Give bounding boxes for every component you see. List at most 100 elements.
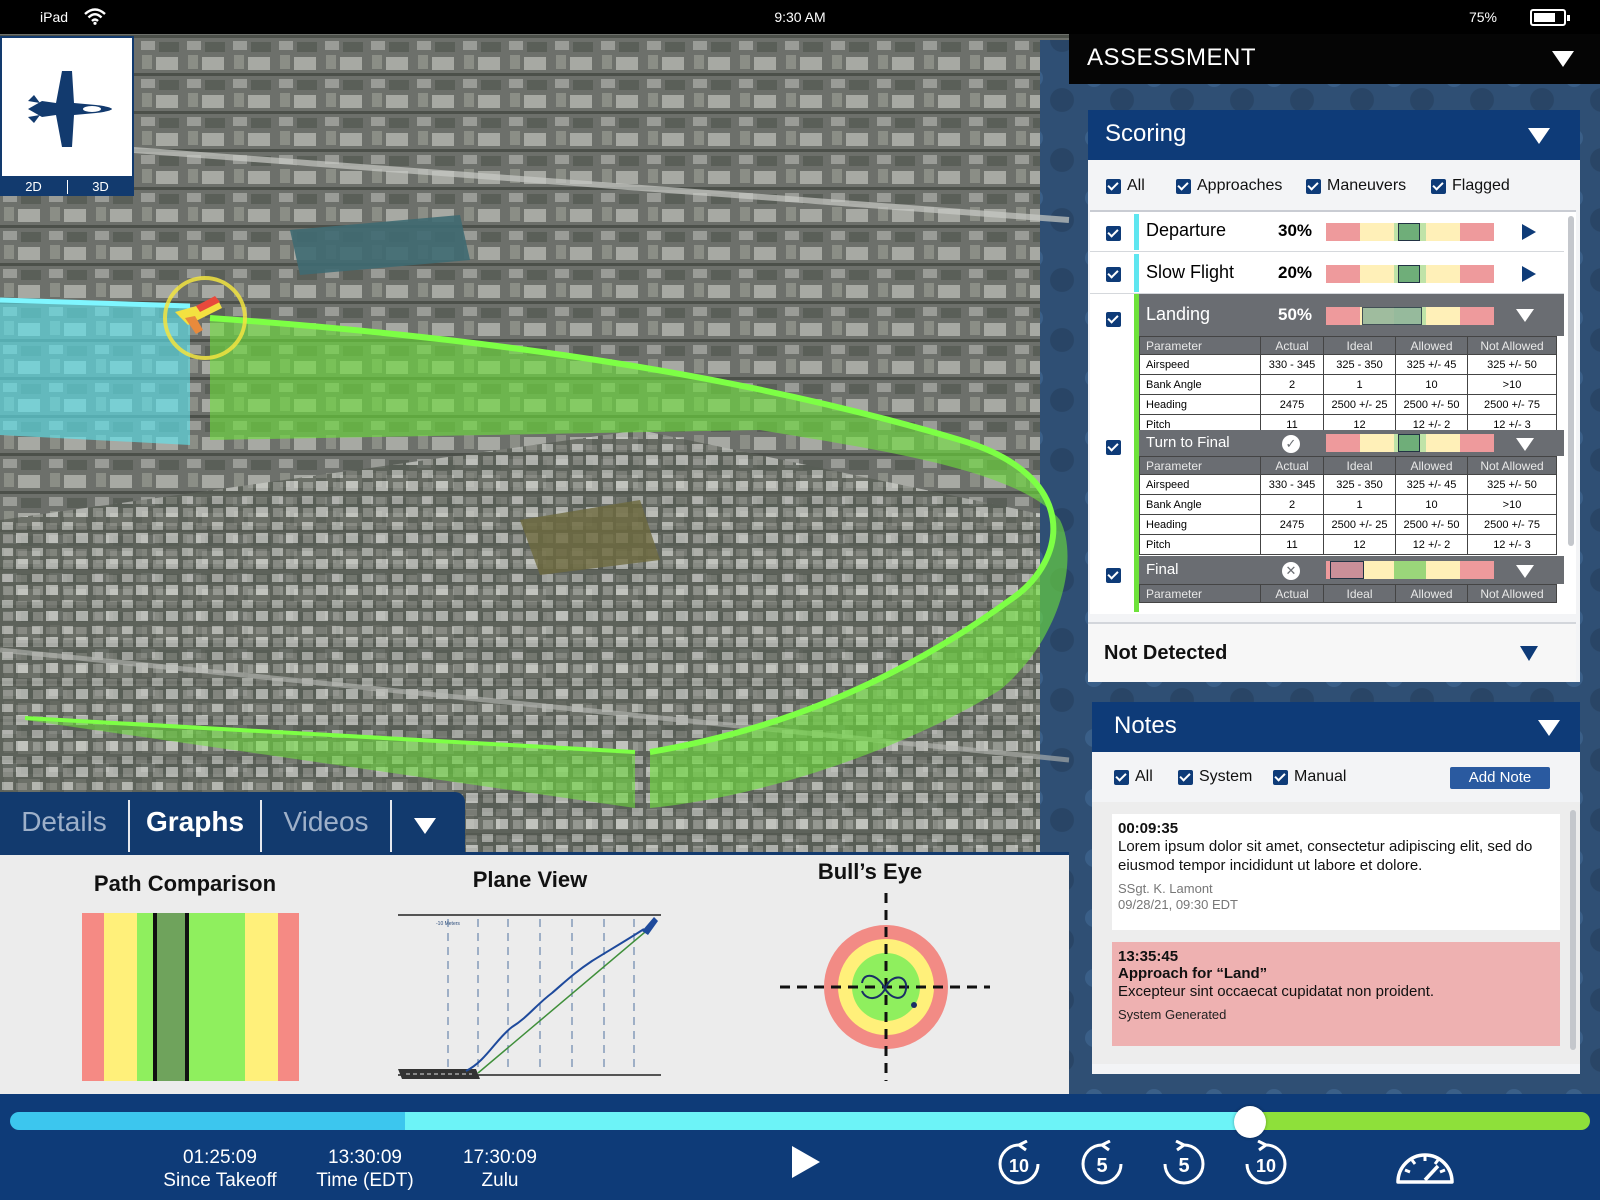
check-circle-icon: ✓ [1282, 435, 1300, 453]
filter-label: All [1135, 768, 1153, 785]
play-icon[interactable] [1522, 224, 1536, 240]
scoring-scrollbar[interactable] [1568, 216, 1574, 546]
filter-label: Manual [1294, 768, 1347, 785]
col-header: Ideal [1323, 456, 1396, 475]
col-header: Allowed [1395, 336, 1468, 355]
turn-parameter-table: Parameter Actual Ideal Allowed Not Allowed A… [1139, 456, 1557, 555]
tabs-more-icon[interactable] [414, 818, 436, 834]
col-header: Allowed [1395, 584, 1468, 603]
view-2d-option[interactable]: 2D [0, 179, 67, 194]
note-text: Excepteur sint occaecat cupidatat non pr… [1118, 983, 1435, 1000]
play-button[interactable] [792, 1146, 820, 1178]
notes-filter-manual[interactable]: Manual [1273, 768, 1346, 786]
landing-parameter-table: Parameter Actual Ideal Allowed Not Allowed A… [1139, 336, 1557, 435]
not-detected-section[interactable]: Not Detected [1088, 622, 1576, 682]
checkbox-icon[interactable] [1114, 769, 1129, 785]
tab-videos[interactable]: Videos [262, 792, 390, 852]
timeline-scrubber[interactable] [10, 1112, 1590, 1130]
table-row: Heading 2475 2500 +/- 25 2500 +/- 50 2500 +/… [1139, 394, 1557, 415]
scoring-filter-approaches[interactable]: Approaches [1176, 177, 1282, 195]
checkbox-icon[interactable] [1273, 769, 1288, 785]
scoring-filter-all[interactable]: All [1106, 177, 1145, 195]
table-row: Heading 2475 2500 +/- 25 2500 +/- 50 2500 +/… [1139, 514, 1557, 535]
scoring-header: Scoring [1088, 110, 1580, 160]
path-comparison-graphic[interactable] [82, 913, 299, 1081]
table-row: Airspeed 330 - 345 325 - 350 325 +/- 45 325 … [1139, 474, 1557, 495]
zulu-readout: 17:30:09 Zulu [440, 1146, 560, 1192]
note-title: Approach for “Land” [1118, 965, 1268, 982]
skip-forward-5-icon[interactable]: 5 [1161, 1140, 1207, 1186]
time-edt-readout: 13:30:09 Time (EDT) [300, 1146, 430, 1192]
notes-scrollbar[interactable] [1570, 810, 1576, 1050]
checkbox-icon[interactable] [1431, 178, 1446, 194]
aircraft-view-button[interactable] [0, 36, 134, 178]
plane-view-title: Plane View [472, 867, 588, 892]
bulls-eye-graphic[interactable] [778, 893, 990, 1081]
speedometer-icon[interactable] [1394, 1144, 1456, 1186]
scoring-collapse-icon[interactable] [1528, 128, 1550, 144]
col-header: Parameter [1139, 584, 1261, 603]
scoring-filter-maneuvers[interactable]: Maneuvers [1306, 177, 1406, 195]
checkbox-icon[interactable] [1106, 440, 1121, 455]
filter-label: All [1127, 177, 1145, 194]
timeline-handle[interactable] [1234, 1106, 1267, 1138]
view-toggle[interactable]: 2D 3D [0, 178, 134, 196]
assessment-collapse-icon[interactable] [1552, 51, 1574, 67]
tab-details[interactable]: Details [0, 792, 128, 852]
notes-title: Notes [1114, 712, 1177, 739]
x-circle-icon: ✕ [1282, 562, 1300, 580]
add-note-button[interactable]: Add Note [1450, 767, 1550, 789]
skip-back-10-icon[interactable]: 10 [996, 1140, 1042, 1186]
sub-item-name: Turn to Final [1146, 434, 1230, 451]
checkbox-icon[interactable] [1106, 267, 1121, 282]
checkbox-icon[interactable] [1106, 178, 1121, 194]
notes-filter-system[interactable]: System [1178, 768, 1252, 786]
plane-view-graphic[interactable]: -10 Meters [396, 909, 664, 1085]
item-name: Slow Flight [1146, 262, 1235, 282]
checkbox-icon[interactable] [1176, 178, 1191, 194]
checkbox-icon[interactable] [1178, 769, 1193, 785]
notes-list[interactable]: 00:09:35 Lorem ipsum dolor sit amet, con… [1092, 802, 1580, 1064]
scoring-item-slow-flight[interactable]: Slow Flight 20% [1090, 252, 1564, 294]
chevron-down-icon[interactable] [1520, 646, 1538, 661]
path-comparison-title: Path Comparison [93, 871, 277, 896]
score-scale [1326, 434, 1494, 452]
filter-label: Maneuvers [1327, 177, 1407, 194]
table-row: Pitch 11 12 12 +/- 2 12 +/- 3 [1139, 534, 1557, 555]
col-header: Not Allowed [1467, 456, 1557, 475]
col-header: Actual [1260, 456, 1324, 475]
tab-graphs[interactable]: Graphs [130, 792, 260, 852]
battery-percent: 75% [1468, 9, 1497, 25]
scoring-filter-flagged[interactable]: Flagged [1431, 177, 1510, 195]
checkbox-icon[interactable] [1106, 312, 1121, 327]
note-author: SSgt. K. Lamont [1118, 881, 1213, 896]
view-3d-option[interactable]: 3D [67, 179, 134, 194]
chevron-down-icon[interactable] [1516, 565, 1534, 578]
note-item-system[interactable]: 13:35:45 Approach for “Land” Excepteur s… [1112, 942, 1560, 1046]
skip-forward-10-icon[interactable]: 10 [1243, 1140, 1289, 1186]
chevron-down-icon[interactable] [1516, 309, 1534, 322]
battery-icon [1530, 9, 1570, 26]
item-percent: 30% [1278, 221, 1313, 240]
scoring-list[interactable]: Departure 30% Slow Flight 20% Landing 50… [1090, 210, 1576, 614]
checkbox-icon[interactable] [1306, 178, 1321, 194]
skip-back-5-icon[interactable]: 5 [1079, 1140, 1125, 1186]
scoring-item-departure[interactable]: Departure 30% [1090, 212, 1564, 252]
notes-collapse-icon[interactable] [1538, 720, 1560, 736]
checkbox-icon[interactable] [1106, 568, 1121, 583]
readout-value: 13:30:09 [328, 1147, 402, 1168]
col-header: Actual [1260, 336, 1324, 355]
readout-label: Time (EDT) [316, 1170, 414, 1191]
notes-filter-all[interactable]: All [1114, 768, 1153, 786]
sub-item-name: Final [1146, 561, 1179, 578]
filter-label: System [1199, 768, 1253, 785]
assessment-header: ASSESSMENT [1069, 34, 1600, 84]
score-scale [1326, 265, 1494, 283]
play-icon[interactable] [1522, 266, 1536, 282]
checkbox-icon[interactable] [1106, 226, 1121, 241]
chevron-down-icon[interactable] [1516, 438, 1534, 451]
note-item[interactable]: 00:09:35 Lorem ipsum dolor sit amet, con… [1112, 814, 1560, 930]
item-percent: 50% [1278, 305, 1313, 324]
scoring-item-landing[interactable]: Landing 50% Parameter Actual Ideal Allowed N… [1090, 294, 1564, 612]
table-row: Airspeed 330 - 345 325 - 350 325 +/- 45 325 … [1139, 354, 1557, 375]
